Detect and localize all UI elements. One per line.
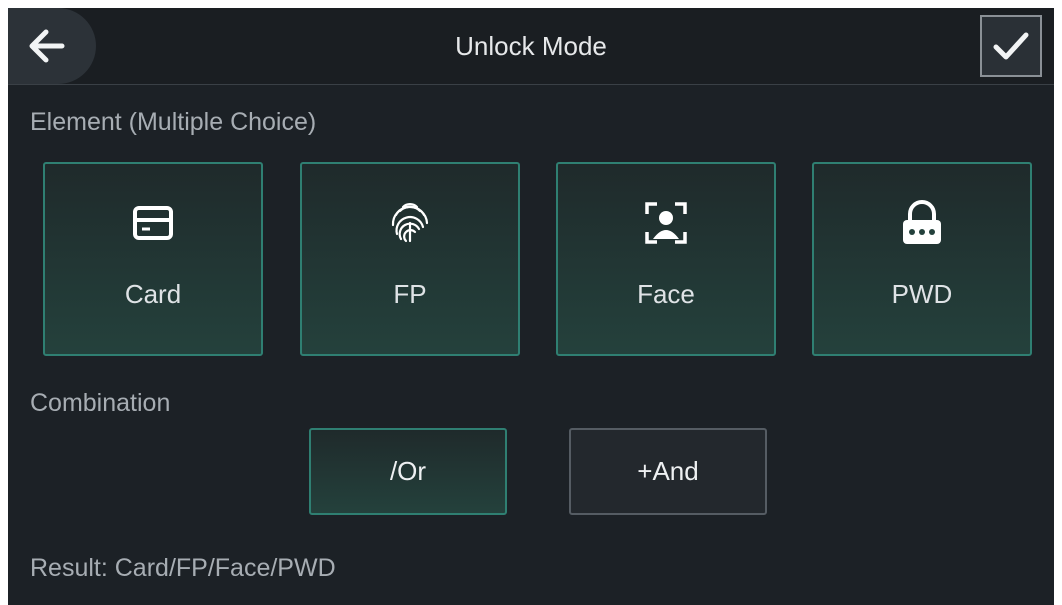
combination-or-button[interactable]: /Or: [309, 428, 507, 515]
combination-section-label: Combination: [30, 389, 171, 417]
element-face-button[interactable]: Face: [556, 162, 776, 356]
fingerprint-icon: [391, 203, 429, 243]
card-icon: [133, 206, 173, 240]
unlock-mode-screen: Unlock Mode Element (Multiple Choice) Ca…: [8, 8, 1054, 605]
combination-and-button[interactable]: +And: [569, 428, 767, 515]
page-title: Unlock Mode: [455, 31, 607, 61]
element-pwd-label: PWD: [891, 279, 953, 309]
element-fp-button[interactable]: FP: [300, 162, 520, 356]
checkmark-icon: [993, 32, 1029, 60]
element-card-button[interactable]: Card: [43, 162, 263, 356]
back-button[interactable]: [8, 8, 96, 84]
face-icon: [645, 202, 687, 244]
header-bar: Unlock Mode: [8, 8, 1054, 85]
element-section-label: Element (Multiple Choice): [30, 108, 317, 136]
element-pwd-button[interactable]: PWD: [812, 162, 1032, 356]
arrow-left-icon: [29, 29, 65, 63]
element-fp-label: FP: [393, 279, 427, 309]
element-face-label: Face: [637, 279, 695, 309]
password-lock-icon: [903, 200, 941, 244]
element-card-label: Card: [124, 279, 182, 309]
confirm-button[interactable]: [980, 15, 1042, 77]
result-text: Result: Card/FP/Face/PWD: [30, 554, 336, 582]
